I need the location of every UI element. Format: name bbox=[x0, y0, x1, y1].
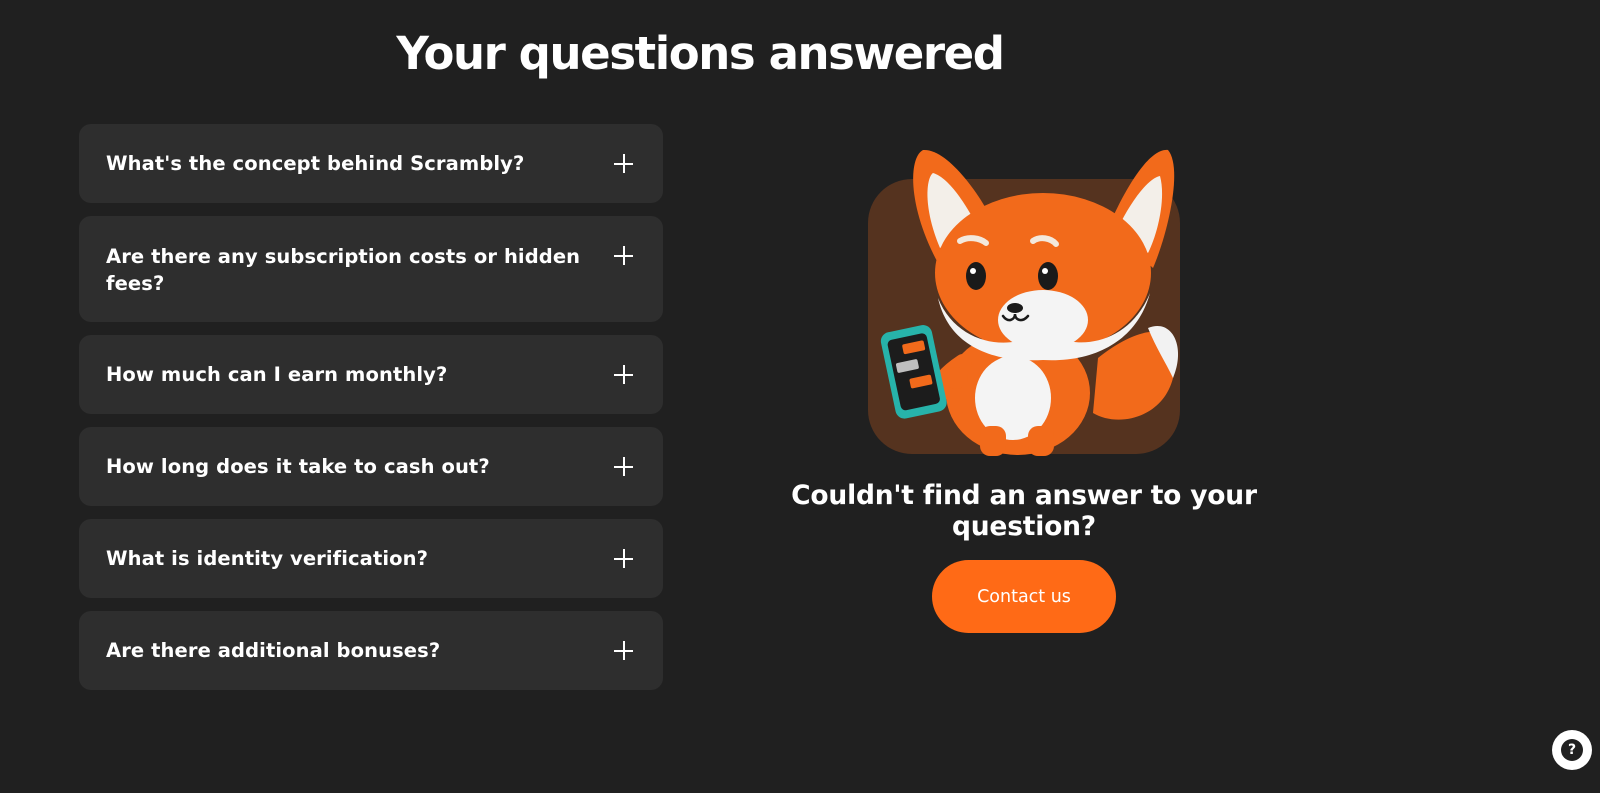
help-heading: Couldn't find an answer to your question… bbox=[791, 480, 1257, 542]
plus-icon[interactable] bbox=[614, 549, 633, 568]
faq-question: What's the concept behind Scrambly? bbox=[106, 152, 525, 175]
faq-question: How long does it take to cash out? bbox=[106, 455, 490, 478]
faq-item[interactable]: Are there additional bonuses? bbox=[79, 611, 663, 690]
faq-item[interactable]: Are there any subscription costs or hidd… bbox=[79, 216, 663, 322]
faq-question: What is identity verification? bbox=[106, 547, 429, 570]
faq-question: How much can I earn monthly? bbox=[106, 363, 448, 386]
plus-icon[interactable] bbox=[614, 457, 633, 476]
page-title: Your questions answered bbox=[396, 27, 1005, 80]
plus-icon[interactable] bbox=[614, 154, 633, 173]
faq-item[interactable]: How long does it take to cash out? bbox=[79, 427, 663, 506]
help-widget-button[interactable]: ? bbox=[1552, 730, 1592, 770]
fox-mascot-illustration bbox=[880, 149, 1179, 456]
faq-list: What's the concept behind Scrambly? Are … bbox=[79, 124, 663, 703]
faq-question: Are there additional bonuses? bbox=[106, 639, 441, 662]
faq-item[interactable]: What is identity verification? bbox=[79, 519, 663, 598]
question-mark-icon: ? bbox=[1561, 739, 1583, 761]
plus-icon[interactable] bbox=[614, 641, 633, 660]
faq-page: Your questions answered What's the conce… bbox=[0, 0, 1600, 793]
faq-item[interactable]: How much can I earn monthly? bbox=[79, 335, 663, 414]
faq-item[interactable]: What's the concept behind Scrambly? bbox=[79, 124, 663, 203]
plus-icon[interactable] bbox=[614, 246, 633, 265]
fox-mascot-icon bbox=[868, 148, 1188, 456]
contact-us-button[interactable]: Contact us bbox=[932, 560, 1116, 633]
faq-question: Are there any subscription costs or hidd… bbox=[106, 245, 581, 295]
plus-icon[interactable] bbox=[614, 365, 633, 384]
